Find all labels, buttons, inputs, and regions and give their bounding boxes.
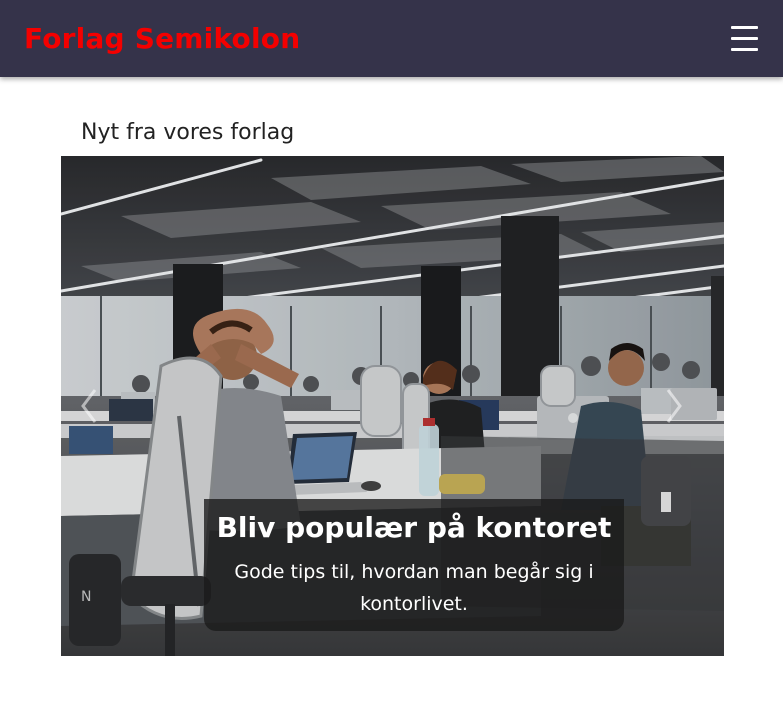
slide-caption: Bliv populær på kontoret Gode tips til, … [204,499,624,631]
hamburger-menu-icon[interactable] [726,22,762,56]
news-carousel[interactable]: N Bliv populær på kontoret Gode tips til… [61,156,724,656]
carousel-next-button[interactable] [664,386,684,426]
slide-description: Gode tips til, hvordan man begår sig i k… [234,561,594,615]
news-heading: Nyt fra vores forlag [81,120,295,145]
menu-line [731,37,758,40]
menu-line [731,48,758,51]
chevron-right-icon [666,389,682,423]
carousel-prev-button[interactable] [79,386,99,426]
chevron-left-icon [81,389,97,423]
top-navbar: Forlag Semikolon [0,0,783,77]
brand-logo-text[interactable]: Forlag Semikolon [24,20,300,58]
slide-title[interactable]: Bliv populær på kontoret [204,509,624,547]
menu-line [731,26,758,29]
